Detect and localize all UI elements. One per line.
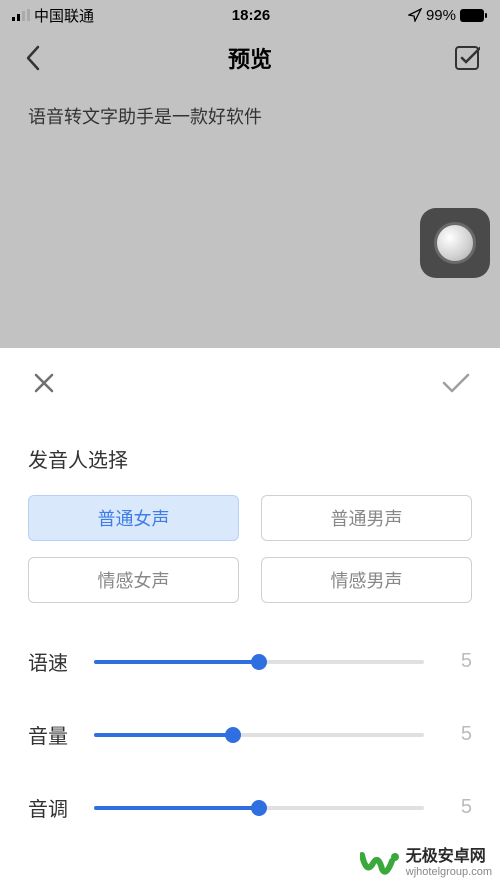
watermark-sub: wjhotelgroup.com — [406, 866, 492, 878]
select-button[interactable] — [452, 43, 482, 73]
slider-row-2: 音调 5 — [28, 793, 472, 822]
slider-thumb[interactable] — [251, 800, 267, 816]
slider-fill — [94, 806, 259, 810]
slider-label: 语速 — [28, 647, 76, 676]
slider-fill — [94, 660, 259, 664]
chevron-left-icon — [25, 45, 41, 71]
voice-option-2[interactable]: 情感女声 — [28, 557, 239, 603]
status-time: 18:26 — [232, 7, 270, 24]
confirm-button[interactable] — [440, 367, 472, 399]
page-title: 预览 — [228, 42, 272, 74]
slider-row-0: 语速 5 — [28, 647, 472, 676]
voice-section-title: 发音人选择 — [28, 444, 472, 473]
preview-text: 语音转文字助手是一款好软件 — [28, 103, 472, 129]
status-right: 99% — [408, 7, 488, 24]
check-icon — [441, 372, 471, 394]
assistive-touch-button[interactable] — [420, 208, 490, 278]
back-button[interactable] — [18, 43, 48, 73]
preview-content: 语音转文字助手是一款好软件 — [0, 85, 500, 147]
checkbox-icon — [454, 45, 480, 71]
slider-value: 5 — [442, 723, 472, 746]
close-icon — [32, 371, 56, 395]
assistive-touch-icon — [434, 222, 476, 264]
close-button[interactable] — [28, 367, 60, 399]
battery-icon — [460, 9, 488, 22]
status-bar: 中国联通 18:26 99% — [0, 0, 500, 30]
voice-option-0[interactable]: 普通女声 — [28, 495, 239, 541]
slider-track[interactable] — [94, 660, 424, 664]
signal-icon — [12, 9, 30, 21]
voice-options-grid: 普通女声普通男声情感女声情感男声 — [28, 495, 472, 603]
voice-settings-sheet: 发音人选择 普通女声普通男声情感女声情感男声 语速 5 音量 5 音调 5 — [0, 348, 500, 889]
watermark-logo-icon — [360, 843, 400, 883]
voice-option-3[interactable]: 情感男声 — [261, 557, 472, 603]
slider-track[interactable] — [94, 733, 424, 737]
sheet-header — [0, 348, 500, 418]
watermark-title: 无极安卓网 — [406, 848, 492, 866]
voice-option-1[interactable]: 普通男声 — [261, 495, 472, 541]
slider-value: 5 — [442, 650, 472, 673]
slider-thumb[interactable] — [251, 654, 267, 670]
watermark-text: 无极安卓网 wjhotelgroup.com — [406, 848, 492, 878]
battery-percent: 99% — [426, 7, 456, 24]
status-left: 中国联通 — [12, 5, 94, 26]
slider-row-1: 音量 5 — [28, 720, 472, 749]
slider-value: 5 — [442, 796, 472, 819]
nav-bar: 预览 — [0, 30, 500, 85]
carrier-label: 中国联通 — [34, 5, 94, 26]
slider-fill — [94, 733, 233, 737]
sheet-body: 发音人选择 普通女声普通男声情感女声情感男声 语速 5 音量 5 音调 5 — [0, 444, 500, 822]
watermark: 无极安卓网 wjhotelgroup.com — [360, 843, 492, 883]
slider-thumb[interactable] — [225, 727, 241, 743]
slider-label: 音量 — [28, 720, 76, 749]
location-icon — [408, 8, 422, 22]
slider-track[interactable] — [94, 806, 424, 810]
slider-label: 音调 — [28, 793, 76, 822]
